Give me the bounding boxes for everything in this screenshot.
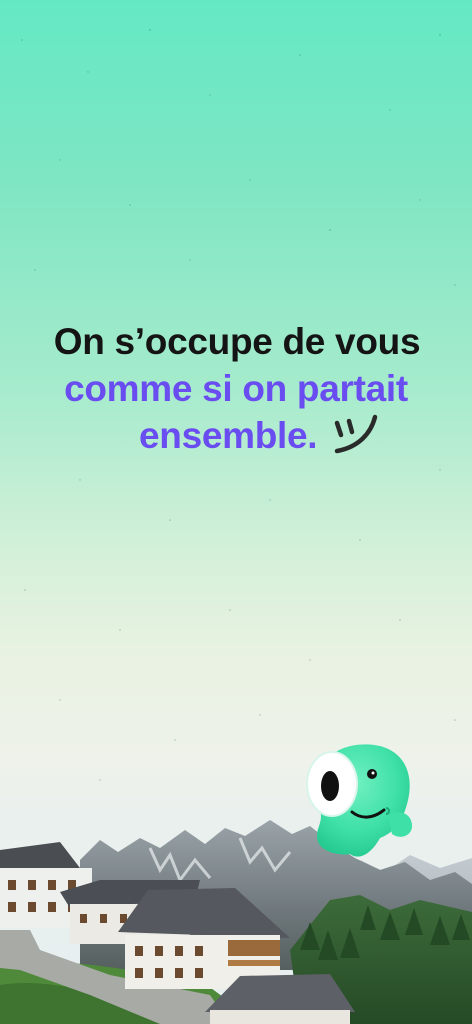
headline-line-2: comme si on partait — [64, 368, 408, 409]
green-blob-mascot — [306, 744, 412, 857]
smiley-doodle-icon — [335, 414, 378, 454]
onboarding-screen: On s’occupe de vous comme si on partait … — [0, 0, 472, 1024]
headline-line-3: ensemble. — [139, 415, 318, 456]
headline: On s’occupe de vous comme si on partait … — [0, 318, 472, 460]
headline-line-3-row: ensemble. — [0, 412, 472, 460]
headline-line-1: On s’occupe de vous — [53, 321, 421, 362]
